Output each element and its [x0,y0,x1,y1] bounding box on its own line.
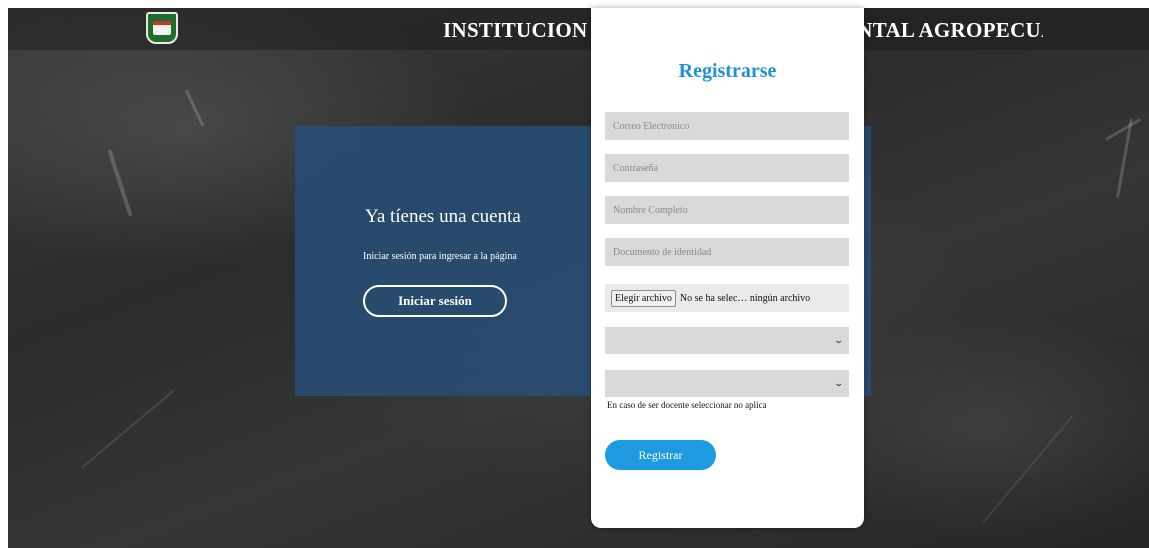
chevron-down-icon: ⌄ [834,378,845,388]
document-id-field[interactable]: Documento de identidad [605,238,849,266]
chevron-down-icon: ⌄ [834,335,845,345]
password-field[interactable]: Contraseña [605,154,849,182]
subject-select[interactable]: ⌄ [605,370,849,397]
login-button[interactable]: Iniciar sesión [363,285,507,317]
email-field[interactable]: Correo Electronico [605,112,849,140]
teacher-hint-text: En caso de ser docente seleccionar no ap… [607,400,767,410]
full-name-field[interactable]: Nombre Completo [605,196,849,224]
school-crest-icon [146,12,178,44]
file-upload-field: Elegir archivo No se ha selec… ningún ar… [605,284,849,312]
login-heading: Ya tíenes una cuenta [365,206,521,227]
role-select[interactable]: ⌄ [605,327,849,354]
login-subtext: Iniciar sesión para ingresar a la página [363,251,517,262]
register-card: Registrarse Correo Electronico Contraseñ… [591,8,864,528]
file-status-text: No se ha selec… ningún archivo [679,292,811,304]
register-title: Registrarse [678,60,777,82]
register-button[interactable]: Registrar [605,440,716,470]
choose-file-button[interactable]: Elegir archivo [611,289,676,307]
